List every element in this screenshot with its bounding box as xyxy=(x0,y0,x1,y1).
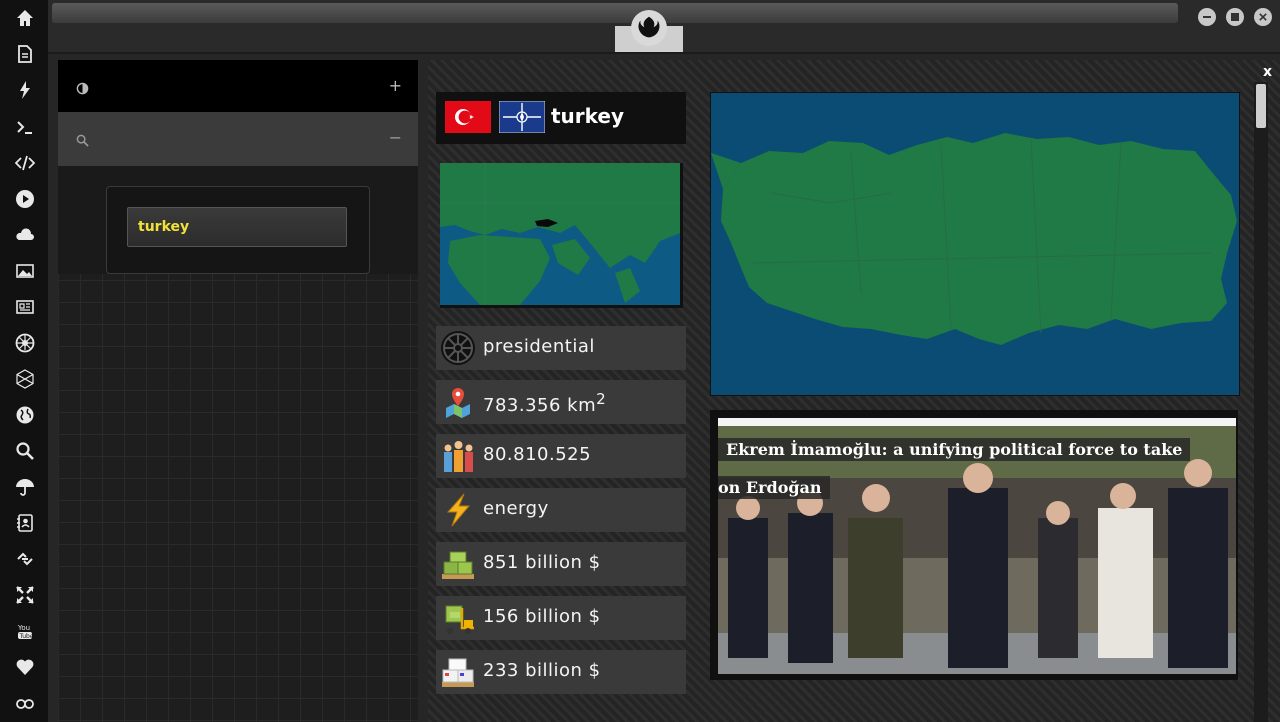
country-name: turkey xyxy=(551,104,625,128)
country-search-input[interactable] xyxy=(127,207,347,247)
panel-header: + xyxy=(58,60,418,112)
contacts-icon[interactable] xyxy=(12,510,38,536)
stat-row-population: 80.810.525 xyxy=(436,434,686,478)
stat-row-gdp: 851 billion $ xyxy=(436,542,686,586)
population-icon xyxy=(440,438,476,474)
population-value: 80.810.525 xyxy=(483,444,592,465)
image-icon[interactable] xyxy=(12,258,38,284)
infinity-cloud-icon[interactable] xyxy=(12,690,38,716)
lightning-icon xyxy=(440,492,476,528)
news-headline-line1[interactable]: Ekrem İmamoğlu: a unifying political for… xyxy=(718,438,1191,461)
address-bar[interactable] xyxy=(52,3,1178,23)
stat-row-energy: energy xyxy=(436,488,686,532)
search-icon[interactable] xyxy=(12,438,38,464)
government-type: presidential xyxy=(483,336,595,357)
country-header: turkey xyxy=(436,92,686,144)
country-area: 783.356 km2 xyxy=(483,390,606,416)
cloud-icon[interactable] xyxy=(12,222,38,248)
contrast-icon[interactable] xyxy=(76,80,89,99)
area-unit-exponent: 2 xyxy=(596,390,607,408)
document-icon[interactable] xyxy=(12,41,38,67)
umbrella-icon[interactable] xyxy=(12,474,38,500)
home-icon[interactable] xyxy=(12,5,38,31)
news-photo[interactable]: Ekrem İmamoğlu: a unifying political for… xyxy=(718,418,1236,674)
newspaper-icon[interactable] xyxy=(12,294,38,320)
search-panel: + − xyxy=(58,60,418,722)
area-value: 783.356 km xyxy=(483,395,597,416)
scrollbar[interactable] xyxy=(1254,82,1268,722)
imperial-emblem-icon xyxy=(440,330,476,366)
country-panel: x turkey presidential 783.356 km2 80.810… xyxy=(428,60,1280,722)
stat-row-exports: 156 billion $ xyxy=(436,596,686,640)
play-icon[interactable] xyxy=(12,186,38,212)
svg-text:You: You xyxy=(17,624,30,632)
heart-icon[interactable] xyxy=(12,654,38,680)
top-bar xyxy=(48,0,1280,54)
stat-row-area: 783.356 km2 xyxy=(436,380,686,424)
close-window-button[interactable] xyxy=(1254,8,1272,26)
search-header: − xyxy=(58,112,418,166)
world-minimap[interactable] xyxy=(440,163,683,308)
gdp-value: 851 billion $ xyxy=(483,552,601,573)
code-icon[interactable] xyxy=(12,150,38,176)
scrollbar-thumb[interactable] xyxy=(1256,84,1266,128)
news-headline-line2[interactable]: on Erdoğan xyxy=(718,476,830,499)
imports-value: 233 billion $ xyxy=(483,660,601,681)
collapse-button[interactable]: − xyxy=(389,128,402,147)
rebel-alliance-icon[interactable] xyxy=(631,10,667,46)
bolt-icon[interactable] xyxy=(12,77,38,103)
boxes-icon xyxy=(440,654,476,690)
forklift-money-icon xyxy=(440,600,476,636)
exports-value: 156 billion $ xyxy=(483,606,601,627)
stat-row-imports: 233 billion $ xyxy=(436,650,686,694)
maximize-button[interactable] xyxy=(1226,8,1244,26)
expand-icon[interactable] xyxy=(12,582,38,608)
search-box xyxy=(106,186,370,274)
terminal-icon[interactable] xyxy=(12,114,38,140)
money-stack-icon xyxy=(440,546,476,582)
turkey-flag-icon xyxy=(445,101,491,133)
nato-flag-icon xyxy=(498,100,546,134)
imperial-icon[interactable] xyxy=(12,330,38,356)
globe-icon[interactable] xyxy=(12,402,38,428)
stat-row-government: presidential xyxy=(436,326,686,370)
search-icon[interactable] xyxy=(76,132,89,151)
economy-sector: energy xyxy=(483,498,549,519)
close-panel-button[interactable]: x xyxy=(1263,64,1272,80)
link-icon[interactable] xyxy=(12,546,38,572)
expand-button[interactable]: + xyxy=(389,76,402,95)
country-map[interactable] xyxy=(710,92,1240,396)
map-pin-icon xyxy=(440,384,476,420)
news-card[interactable]: Ekrem İmamoğlu: a unifying political for… xyxy=(710,410,1238,680)
app-icon-rail: You Tube xyxy=(0,0,48,722)
hexagon-net-icon[interactable] xyxy=(12,366,38,392)
youtube-icon[interactable]: You Tube xyxy=(12,618,38,644)
minimize-button[interactable] xyxy=(1198,8,1216,26)
svg-text:Tube: Tube xyxy=(19,633,34,640)
